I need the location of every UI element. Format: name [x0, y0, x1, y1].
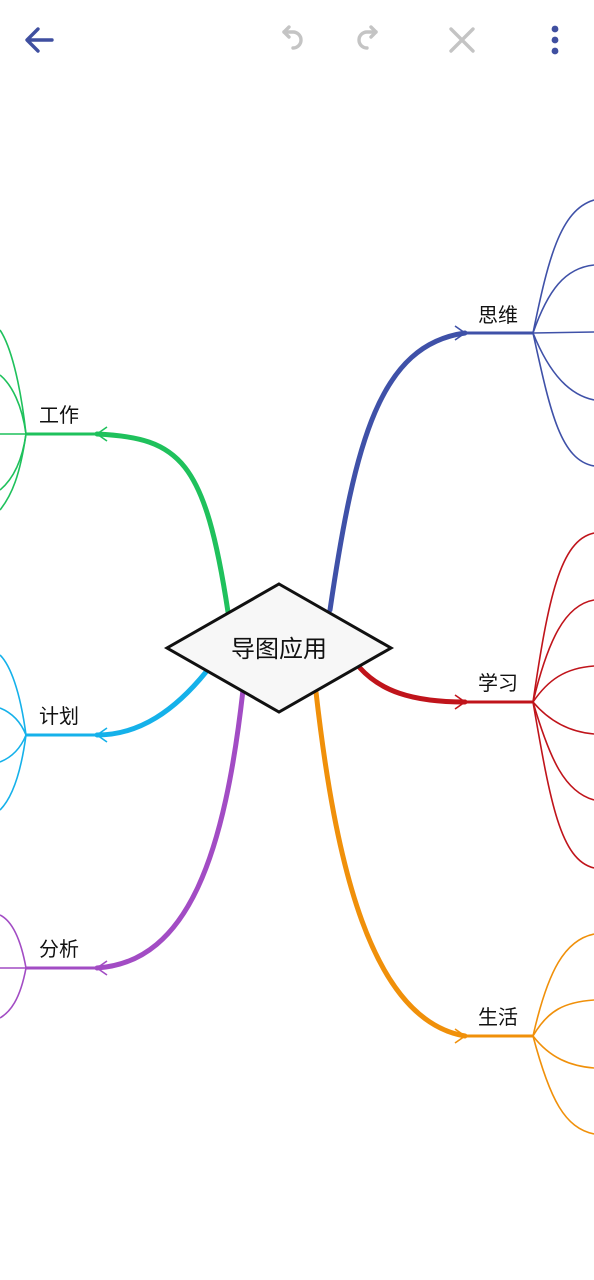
branch-siwei[interactable]: 思维 [327, 199, 594, 613]
undo-button[interactable] [265, 14, 317, 66]
branch-gongzuo-label[interactable]: 工作 [39, 403, 79, 427]
redo-icon [357, 25, 378, 50]
close-button[interactable] [436, 14, 488, 66]
branch-fenxi[interactable]: 分析 [0, 687, 246, 1019]
branch-siwei-label[interactable]: 思维 [478, 303, 518, 327]
branch-xuexi-label[interactable]: 学习 [478, 671, 518, 695]
branch-gongzuo-subtopics [0, 329, 27, 511]
branch-jihua[interactable]: 计划 [0, 654, 209, 811]
mindmap-canvas[interactable]: 思维 学习 生活 工作 计划 分析 导图应用 [0, 0, 594, 1280]
branch-shenghuo-label[interactable]: 生活 [478, 1005, 518, 1029]
undo-icon [282, 25, 303, 50]
redo-button[interactable] [343, 14, 395, 66]
branch-jihua-connector [94, 669, 209, 738]
branch-fenxi-subtopics [0, 914, 27, 1019]
back-button[interactable] [13, 14, 65, 66]
branch-jihua-label[interactable]: 计划 [39, 704, 79, 728]
branch-gongzuo[interactable]: 工作 [0, 329, 231, 615]
more-options-button[interactable] [529, 14, 581, 66]
branch-siwei-subtopics [532, 199, 594, 467]
branch-shenghuo-connector [313, 689, 468, 1039]
root-node[interactable]: 导图应用 [163, 582, 395, 714]
top-toolbar [0, 0, 594, 80]
branch-xuexi-connector [357, 665, 468, 705]
arrow-left-icon [25, 27, 54, 53]
root-node-label[interactable]: 导图应用 [231, 635, 327, 663]
branch-shenghuo-subtopics [532, 933, 594, 1135]
more-vertical-icon [551, 25, 559, 55]
branch-siwei-connector [327, 330, 468, 613]
branch-gongzuo-connector [94, 431, 231, 615]
branch-xuexi[interactable]: 学习 [357, 532, 594, 869]
close-icon [449, 27, 475, 53]
branch-fenxi-label[interactable]: 分析 [39, 937, 79, 961]
branch-jihua-subtopics [0, 654, 27, 811]
branch-xuexi-subtopics [532, 532, 594, 869]
